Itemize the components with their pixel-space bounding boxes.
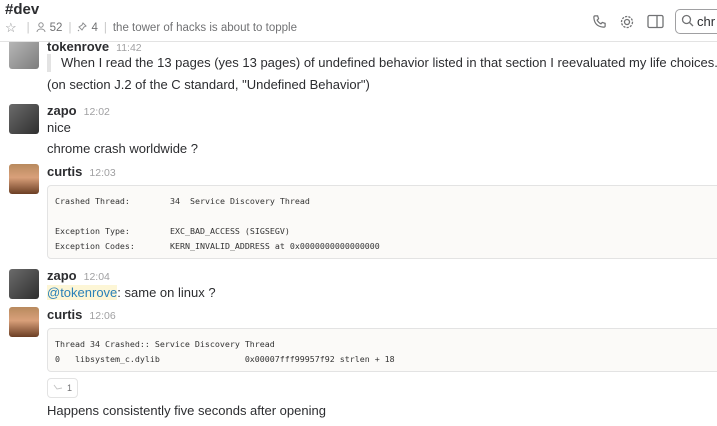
code-line: Exception Type: EXC_BAD_ACCESS (SIGSEGV) xyxy=(55,226,290,236)
gear-icon[interactable] xyxy=(617,12,637,32)
user-mention[interactable]: @tokenrove xyxy=(47,285,118,300)
sidebar-toggle-icon[interactable] xyxy=(645,12,665,32)
code-block: Crashed Thread: 34 Service Discovery Thre… xyxy=(47,185,717,259)
message-text: (on section J.2 of the C standard, "Unde… xyxy=(47,77,370,92)
avatar[interactable] xyxy=(9,41,39,69)
search-value: chr xyxy=(697,14,716,29)
timestamp[interactable]: 12:06 xyxy=(89,310,115,322)
channel-header: #dev ☆ | 52 | 4 | the tower of hacks is … xyxy=(0,0,717,42)
avatar[interactable] xyxy=(9,104,39,134)
sender-name[interactable]: curtis 12:06 xyxy=(47,307,116,322)
phone-icon[interactable] xyxy=(589,12,609,32)
timestamp[interactable]: 12:02 xyxy=(84,106,110,118)
reaction-count: 1 xyxy=(67,383,73,393)
timestamp[interactable]: 11:42 xyxy=(116,42,142,54)
message-text: Happens consistently five seconds after … xyxy=(47,403,326,418)
search-icon xyxy=(681,14,694,30)
sender-name[interactable]: curtis 12:03 xyxy=(47,164,116,179)
code-line: Thread 34 Crashed:: Service Discovery Th… xyxy=(55,339,275,349)
sender-name[interactable]: zapo 12:02 xyxy=(47,103,110,118)
quote-block: When I read the 13 pages (yes 13 pages) … xyxy=(47,54,717,72)
timestamp[interactable]: 12:03 xyxy=(89,167,115,179)
star-icon[interactable]: ☆ xyxy=(5,20,17,36)
sender-name[interactable]: tokenrove 11:42 xyxy=(47,41,142,54)
code-line: Exception Codes: KERN_INVALID_ADDRESS at … xyxy=(55,241,380,251)
message-text: nice xyxy=(47,120,71,135)
header-actions: chr xyxy=(581,9,717,34)
avatar[interactable] xyxy=(9,269,39,299)
sender-name[interactable]: zapo 12:04 xyxy=(47,268,110,283)
members-icon xyxy=(36,21,46,35)
reaction-button[interactable]: 1 xyxy=(47,378,79,398)
message-text: @tokenrove: same on linux ? xyxy=(47,285,216,300)
reaction-emoji-icon xyxy=(53,383,63,393)
message-text: chrome crash worldwide ? xyxy=(47,141,199,156)
code-line: Crashed Thread: 34 Service Discovery Thre… xyxy=(55,196,310,206)
avatar[interactable] xyxy=(9,164,39,194)
search-input[interactable]: chr xyxy=(675,9,717,34)
channel-topic[interactable]: the tower of hacks is about to topple xyxy=(113,22,297,34)
code-line: 0 libsystem_c.dylib 0x00007fff99957f92 s… xyxy=(55,354,395,364)
pin-icon xyxy=(77,21,88,35)
channel-name[interactable]: #dev xyxy=(5,1,39,18)
code-block: Thread 34 Crashed:: Service Discovery Th… xyxy=(47,328,717,372)
member-count[interactable]: 52 xyxy=(50,22,63,34)
channel-meta: ☆ | 52 | 4 | the tower of hacks is about… xyxy=(5,20,297,36)
pin-count[interactable]: 4 xyxy=(91,22,97,34)
message-list: tokenrove 11:42 When I read the 13 pages … xyxy=(0,41,717,426)
timestamp[interactable]: 12:04 xyxy=(84,271,110,283)
avatar[interactable] xyxy=(9,307,39,337)
